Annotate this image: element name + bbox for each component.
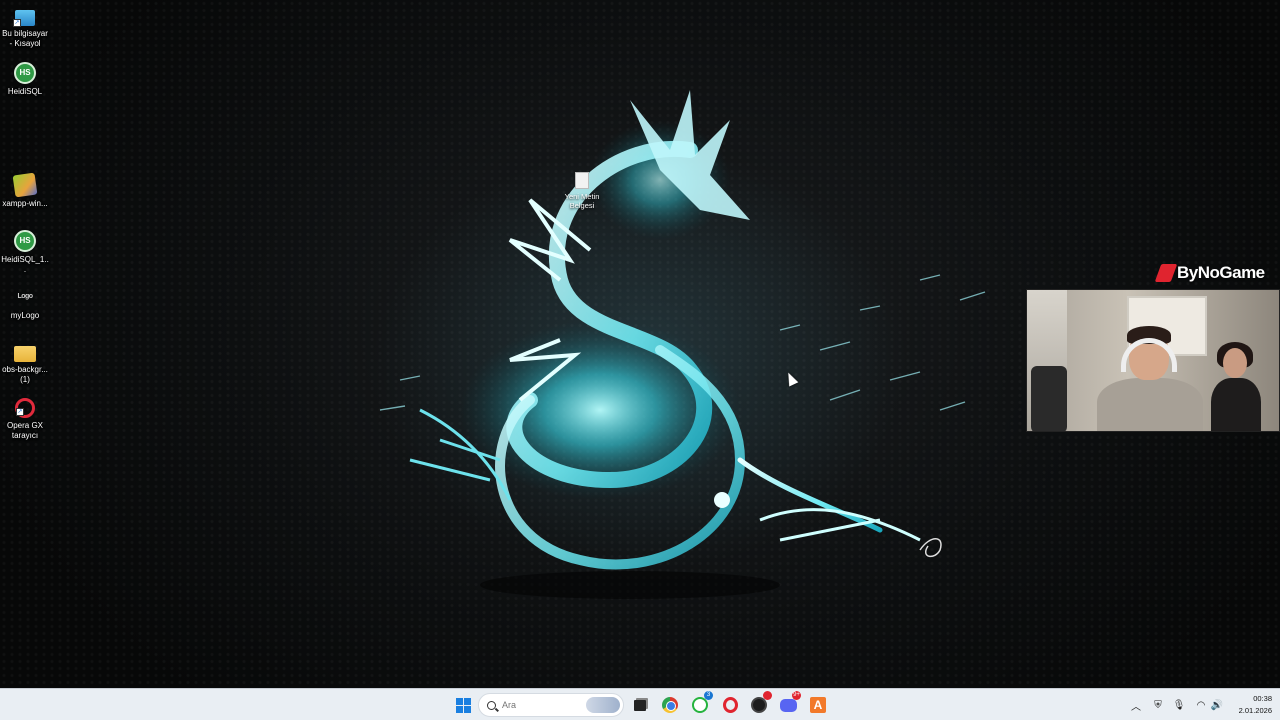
- taskbar-whatsapp[interactable]: 3: [689, 691, 713, 716]
- opera-gx-icon: ↗: [15, 398, 35, 418]
- taskbar-task-view[interactable]: [629, 694, 651, 716]
- taskbar-search[interactable]: [478, 693, 624, 717]
- shortcut-arrow-icon: ↗: [13, 19, 21, 27]
- image-icon: Logo: [17, 293, 33, 300]
- show-hidden-icons-button[interactable]: ︿: [1129, 698, 1143, 713]
- tray-network[interactable]: ◠: [1194, 698, 1208, 712]
- desktop-icon-xampp[interactable]: xampp-win...: [0, 172, 50, 209]
- task-view-icon: [634, 699, 646, 711]
- computer-icon: ↗: [13, 10, 35, 27]
- taskbar-avast[interactable]: A: [807, 694, 829, 716]
- taskbar-discord[interactable]: 9+: [777, 691, 801, 716]
- heidisql-icon: HS: [14, 62, 36, 84]
- taskbar-opera-gx[interactable]: [748, 691, 772, 716]
- taskbar-opera[interactable]: [719, 694, 741, 716]
- webcam-overlay: [1026, 289, 1280, 432]
- bynogame-logo-icon: [1154, 264, 1178, 282]
- desktop-icon-label: myLogo: [10, 311, 40, 320]
- windows-logo-icon: [455, 697, 471, 713]
- tray-microphone[interactable]: 🎙: [1172, 698, 1186, 712]
- desktop-icon-label: obs-backgr... (1): [2, 365, 48, 384]
- search-highlight-icon: [586, 697, 620, 713]
- taskbar-chrome[interactable]: [659, 694, 681, 716]
- desktop-icon-this-pc[interactable]: ↗ Bu bilgisayar - Kısayol: [0, 6, 50, 48]
- taskbar-clock[interactable]: 00:38 2.01.2026: [1226, 693, 1272, 717]
- desktop-icon-label: HeidiSQL: [7, 87, 43, 96]
- discord-icon: [779, 698, 797, 712]
- notification-dot: [763, 691, 772, 700]
- wifi-icon: ◠: [1196, 699, 1206, 711]
- desktop-icon-label: Yeni Metin Belgesi: [564, 192, 600, 210]
- heidisql-icon: HS: [14, 230, 36, 252]
- search-input[interactable]: [502, 700, 572, 710]
- tray-security[interactable]: ⛨: [1151, 698, 1165, 712]
- microphone-icon: 🎙: [1172, 699, 1186, 711]
- desktop-icon-opera-gx[interactable]: ↗ Opera GX tarayıcı: [0, 398, 50, 440]
- webcam-streamer: [1097, 326, 1203, 431]
- taskbar: 3 9+ A ︿ ⛨ 🎙 ◠ 🔊 00:38 2.01.2026: [0, 688, 1280, 720]
- clock-date: 2.01.2026: [1238, 706, 1272, 715]
- shortcut-arrow-icon: ↗: [16, 408, 24, 416]
- desktop-icon-label: Opera GX tarayıcı: [6, 421, 43, 440]
- desktop-icon-heidisql[interactable]: HS HeidiSQL: [0, 62, 50, 97]
- dragon-wallpaper: [379, 90, 986, 599]
- volume-icon: 🔊: [1210, 699, 1224, 711]
- desktop-icon-label: Bu bilgisayar - Kısayol: [2, 29, 48, 48]
- notification-badge: 9+: [792, 691, 801, 700]
- desktop-icon-obs-background[interactable]: obs-backgr... (1): [0, 342, 50, 384]
- chevron-up-icon: ︿: [1131, 701, 1141, 713]
- start-button[interactable]: [452, 694, 474, 716]
- xampp-icon: [12, 172, 38, 198]
- tray-volume[interactable]: 🔊: [1210, 698, 1224, 712]
- sponsor-logo: ByNoGame: [1154, 262, 1265, 284]
- folder-icon: [14, 346, 36, 362]
- desktop-icon-heidisql-installer[interactable]: HS HeidiSQL_1...: [0, 230, 50, 274]
- desktop-icon-new-text-document[interactable]: Yeni Metin Belgesi: [560, 172, 604, 210]
- chrome-icon: [662, 697, 678, 713]
- sponsor-name: ByNoGame: [1177, 263, 1265, 282]
- opera-icon: [722, 697, 738, 713]
- desktop-icon-mylogo[interactable]: Logo myLogo: [0, 286, 50, 321]
- search-icon: [487, 700, 496, 710]
- clock-time: 00:38: [1253, 694, 1272, 703]
- webcam-chair: [1031, 366, 1067, 431]
- security-icon: ⛨: [1154, 699, 1162, 711]
- notification-badge: 3: [704, 691, 713, 700]
- text-document-icon: [575, 172, 589, 189]
- desktop-icon-label: HeidiSQL_1...: [1, 255, 49, 274]
- desktop-icon-label: xampp-win...: [2, 199, 48, 208]
- avast-icon: A: [810, 697, 826, 713]
- webcam-person: [1203, 340, 1267, 431]
